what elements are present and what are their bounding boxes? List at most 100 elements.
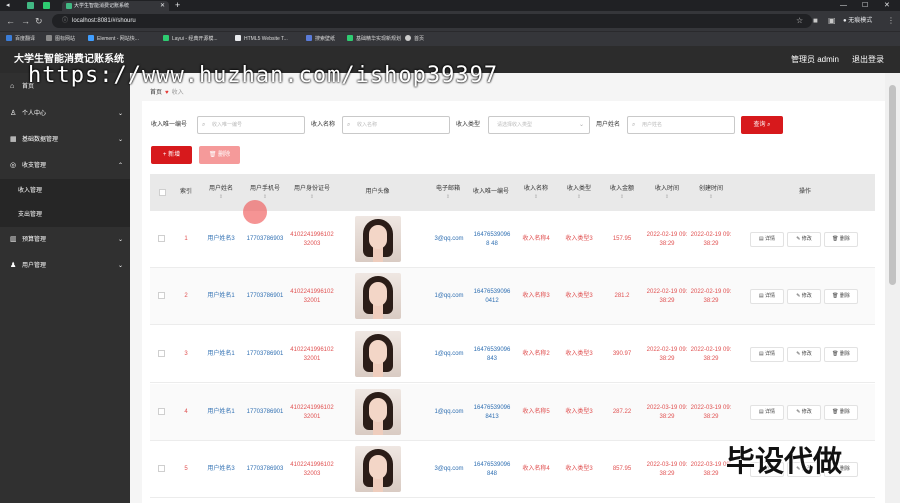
minimize-icon[interactable]: — <box>840 0 847 11</box>
cell-income-time: 2022-02-19 09:38:29 <box>646 231 688 247</box>
pinned-tab-icon[interactable] <box>43 2 50 9</box>
col-username[interactable]: 用户姓名 ⇕ <box>200 174 242 211</box>
col-income-type[interactable]: 收入类型 ⇕ <box>558 174 600 211</box>
search-icon: ⌕ <box>202 122 206 128</box>
col-idcard[interactable]: 用户身份证号 ⇕ <box>287 174 337 211</box>
delete-button[interactable]: 🗑 删除 <box>199 146 240 164</box>
col-income-time[interactable]: 收入时间 ⇕ <box>646 174 688 211</box>
watermark-url: https://www.huzhan.com/ishop39397 <box>28 63 499 88</box>
name-input[interactable]: ⌕ 收入名称 <box>342 116 450 134</box>
trash-icon: 🗑 <box>832 409 840 415</box>
cell-code: 16476539096848 <box>473 461 511 477</box>
detail-button[interactable]: ▤ 详情 <box>750 347 784 362</box>
col-code[interactable]: 收入唯一编号 <box>470 174 512 211</box>
info-icon[interactable]: ⓘ <box>62 18 68 24</box>
sidebar-item-finance[interactable]: ◎ 收支管理 ⌃ <box>0 153 130 179</box>
search-button[interactable]: 查询 ⌕ <box>741 116 783 134</box>
sidebar-item-budget[interactable]: ▥ 预算管理 ⌄ <box>0 227 130 253</box>
trash-icon: 🗑 <box>832 293 840 299</box>
detail-button[interactable]: ▤ 详情 <box>750 289 784 304</box>
search-icon: ⌕ <box>347 122 351 128</box>
edit-button[interactable]: ✎ 修改 <box>787 232 821 247</box>
chart-icon: ▥ <box>10 236 17 243</box>
back-icon[interactable]: ← <box>6 15 15 27</box>
sidebar-item-income[interactable]: 收入管理 <box>0 179 130 203</box>
bookmark-item[interactable]: 基础精华实现新规划 <box>347 32 401 46</box>
edit-button[interactable]: ✎ 修改 <box>787 289 821 304</box>
detail-button[interactable]: ▤ 详情 <box>750 232 784 247</box>
profile-button[interactable]: ● 无痕模式 <box>843 14 872 28</box>
cell-idcard: 410224199610232003 <box>290 231 334 247</box>
checkbox[interactable] <box>159 189 166 196</box>
cell-income-type: 收入类型3 <box>565 466 593 472</box>
code-label: 收入唯一编号 <box>151 122 188 128</box>
row-delete-button[interactable]: 🗑 删除 <box>824 347 858 362</box>
row-checkbox[interactable] <box>158 292 165 299</box>
bookmark-item[interactable]: 百度翻译 <box>6 32 35 46</box>
cell-code: 164765390960412 <box>473 288 511 304</box>
col-amount[interactable]: 收入金额 ⇕ <box>602 174 642 211</box>
extension2-icon[interactable]: ▣ <box>828 15 836 27</box>
browser-tab[interactable]: 大学生智能消费记账系统 ✕ <box>62 1 169 11</box>
detail-button[interactable]: ▤ 详情 <box>750 405 784 420</box>
browser-menu-icon[interactable]: ◂ <box>6 0 10 11</box>
sidebar-item-basic-data[interactable]: ▦ 基础数据管理 ⌄ <box>0 127 130 153</box>
bookmark-item[interactable]: 首页 <box>405 32 424 46</box>
row-delete-button[interactable]: 🗑 删除 <box>824 405 858 420</box>
row-checkbox[interactable] <box>158 408 165 415</box>
close-tab-icon[interactable]: ✕ <box>160 1 165 11</box>
bookmark-item[interactable]: 搜索壁纸 <box>306 32 335 46</box>
cell-email: 3@qq.com <box>434 236 464 242</box>
trash-icon: 🗑 <box>208 152 217 158</box>
row-checkbox[interactable] <box>158 235 165 242</box>
cell-phone: 17703786901 <box>246 293 284 299</box>
extension-icon[interactable]: ■ <box>813 15 818 27</box>
reload-icon[interactable]: ↻ <box>35 15 43 27</box>
maximize-icon[interactable]: ☐ <box>862 0 868 11</box>
row-checkbox[interactable] <box>158 350 165 357</box>
new-tab-icon[interactable]: + <box>175 0 180 11</box>
sort-icon: ⇕ <box>664 194 670 200</box>
sidebar-item-users[interactable]: ♟ 用户管理 ⌄ <box>0 253 130 279</box>
sidebar-item-expense[interactable]: 支出管理 <box>0 203 130 227</box>
edit-button[interactable]: ✎ 修改 <box>787 405 821 420</box>
cell-created: 2022-02-19 09:38:29 <box>690 346 732 362</box>
row-delete-button[interactable]: 🗑 删除 <box>824 232 858 247</box>
profile-label: 无痕模式 <box>848 18 873 24</box>
close-window-icon[interactable]: ✕ <box>884 0 890 11</box>
cell-username: 用户姓名3 <box>207 236 235 242</box>
cell-income-type: 收入类型3 <box>565 236 593 242</box>
bookmark-item[interactable]: Element - 网站快... <box>88 32 139 46</box>
scrollbar-thumb[interactable] <box>889 85 896 285</box>
logout-button[interactable]: 退出登录 <box>852 46 884 73</box>
breadcrumb-home[interactable]: 首页 <box>150 90 162 96</box>
kebab-menu-icon[interactable]: ⋮ <box>887 15 895 27</box>
code-input[interactable]: ⌕ 收入唯一编号 <box>197 116 305 134</box>
row-delete-button[interactable]: 🗑 删除 <box>824 289 858 304</box>
forward-icon[interactable]: → <box>21 15 30 27</box>
address-bar[interactable]: ⓘ localhost:8081/#/shouru <box>52 14 812 28</box>
add-button[interactable]: + 新增 <box>151 146 192 164</box>
pinned-tab-vue-icon[interactable] <box>27 2 34 9</box>
browser-chrome: ◂ 大学生智能消费记账系统 ✕ + — ☐ ✕ ← → ↻ ⓘ localhost… <box>0 0 900 46</box>
type-select[interactable]: 请选择收入类型 ⌄ <box>488 116 590 134</box>
cell-idcard: 410224199610232003 <box>290 461 334 477</box>
bookmark-item[interactable]: Layui - 经典开源模... <box>163 32 218 46</box>
col-email[interactable]: 电子邮箱 ⇕ <box>427 174 469 211</box>
cell-index: 3 <box>184 351 188 357</box>
row-checkbox[interactable] <box>158 465 165 472</box>
col-created[interactable]: 创建时间 ⇕ <box>690 174 732 211</box>
bookmark-item[interactable]: 图标网站 <box>46 32 75 46</box>
user-input[interactable]: ⌕ 用户姓名 <box>627 116 735 134</box>
select-all[interactable] <box>150 174 175 211</box>
bookmark-item[interactable]: HTML5 Website T... <box>235 32 288 46</box>
cell-code: 164765390968 48 <box>473 231 511 247</box>
star-icon[interactable]: ☆ <box>796 15 803 27</box>
sidebar: ⌂ 首页 ♙ 个人中心 ⌄ ▦ 基础数据管理 ⌄ ◎ 收支管理 ⌃ 收入管理 支出管理 ▥ 预算… <box>0 73 130 503</box>
edit-button[interactable]: ✎ 修改 <box>787 347 821 362</box>
sidebar-item-profile[interactable]: ♙ 个人中心 ⌄ <box>0 101 130 127</box>
cell-idcard: 410224199610232001 <box>290 346 334 362</box>
breadcrumb: 首页 ♥ 收入 <box>150 87 184 96</box>
col-income-name[interactable]: 收入名称 ⇕ <box>516 174 556 211</box>
url-text: localhost:8081/#/shouru <box>72 18 136 24</box>
